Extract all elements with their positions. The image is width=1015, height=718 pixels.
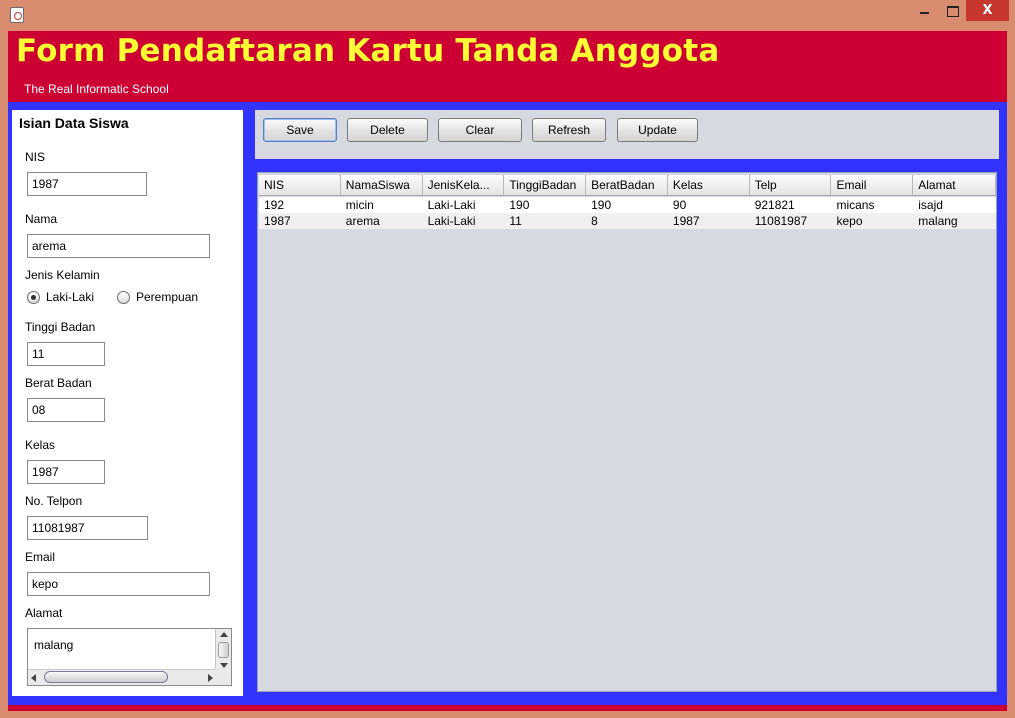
berat-badan-field[interactable]: 08 <box>27 398 105 422</box>
scroll-up-icon[interactable] <box>220 632 228 637</box>
jenis-kelamin-label: Jenis Kelamin <box>25 268 100 282</box>
radio-perempuan[interactable]: Perempuan <box>117 290 198 304</box>
table-row[interactable]: 192 micin Laki-Laki 190 190 90 921821 mi… <box>259 197 996 213</box>
table-cell: kepo <box>836 214 863 228</box>
page-title: Form Pendaftaran Kartu Tanda Anggota <box>16 33 720 69</box>
kelas-field[interactable]: 1987 <box>27 460 105 484</box>
table-cell: 11 <box>509 214 522 228</box>
column-header[interactable]: Kelas <box>668 175 750 195</box>
column-header[interactable]: TinggiBadan <box>504 175 587 195</box>
student-form-panel: Isian Data Siswa NIS 1987 Nama arema Jen… <box>12 110 243 696</box>
email-label: Email <box>25 550 56 564</box>
table-cell: 1987 <box>264 214 291 228</box>
nama-field[interactable]: arema <box>27 234 210 258</box>
minimize-button[interactable] <box>912 0 938 21</box>
table-cell: 192 <box>264 198 285 212</box>
scroll-down-icon[interactable] <box>220 663 228 668</box>
save-button[interactable]: Save <box>263 118 337 142</box>
scroll-left-icon[interactable] <box>31 674 36 682</box>
vertical-scrollbar[interactable] <box>215 629 231 671</box>
window-titlebar: X <box>0 0 1015 30</box>
email-field[interactable]: kepo <box>27 572 210 596</box>
table-cell: Laki-Laki <box>427 198 476 212</box>
scroll-corner <box>215 669 231 685</box>
alamat-textarea[interactable]: malang <box>27 628 232 686</box>
app-header: Form Pendaftaran Kartu Tanda Anggota The… <box>8 31 1007 102</box>
radio-laki-laki-label: Laki-Laki <box>46 290 95 304</box>
scroll-thumb-horizontal[interactable] <box>44 671 168 683</box>
table-cell: arema <box>345 214 380 228</box>
table-cell: 90 <box>672 198 687 212</box>
table-cell: 11081987 <box>754 214 808 228</box>
column-header[interactable]: Telp <box>750 175 832 195</box>
clear-button[interactable]: Clear <box>438 118 522 142</box>
table-cell: 1987 <box>672 214 700 228</box>
telpon-label: No. Telpon <box>25 494 83 508</box>
alamat-text: malang <box>34 638 74 652</box>
form-title: Isian Data Siswa <box>19 115 129 131</box>
radio-unselected-icon[interactable] <box>117 290 130 304</box>
table-cell: 190 <box>509 198 530 212</box>
column-header[interactable]: Email <box>831 175 914 195</box>
column-header[interactable]: Alamat <box>913 175 997 195</box>
table-cell: isajd <box>918 198 943 212</box>
table-cell: 190 <box>591 198 612 212</box>
java-app-icon <box>10 7 24 23</box>
tinggi-badan-label: Tinggi Badan <box>25 320 96 334</box>
kelas-label: Kelas <box>25 438 56 452</box>
radio-laki-laki[interactable]: Laki-Laki <box>27 290 94 304</box>
telpon-field[interactable]: 11081987 <box>27 516 148 540</box>
footer-strip <box>8 705 1007 711</box>
nis-field[interactable]: 1987 <box>27 172 147 196</box>
nis-label: NIS <box>25 150 46 164</box>
column-header[interactable]: JenisKela... <box>423 175 505 195</box>
table-cell: 921821 <box>754 198 795 212</box>
horizontal-scrollbar[interactable] <box>28 669 216 685</box>
table-row[interactable]: 1987 arema Laki-Laki 11 8 1987 11081987 … <box>259 213 996 229</box>
update-button[interactable]: Update <box>617 118 698 142</box>
radio-perempuan-label: Perempuan <box>136 290 199 304</box>
table-cell: malang <box>918 214 958 228</box>
table-body: 192 micin Laki-Laki 190 190 90 921821 mi… <box>259 197 996 229</box>
column-header[interactable]: NIS <box>259 175 341 195</box>
tinggi-badan-field[interactable]: 11 <box>27 342 105 366</box>
scroll-right-icon[interactable] <box>208 674 213 682</box>
delete-button[interactable]: Delete <box>347 118 428 142</box>
berat-badan-label: Berat Badan <box>25 376 92 390</box>
maximize-button[interactable] <box>939 0 965 21</box>
close-button[interactable]: X <box>966 0 1009 21</box>
nama-label: Nama <box>25 212 58 226</box>
refresh-button[interactable]: Refresh <box>532 118 606 142</box>
table-cell: micin <box>345 198 374 212</box>
scroll-thumb[interactable] <box>218 642 229 658</box>
button-panel: Save Delete Clear Refresh Update <box>255 110 999 159</box>
student-table: NIS NamaSiswa JenisKela... TinggiBadan B… <box>257 172 997 692</box>
table-cell: 8 <box>591 214 598 228</box>
alamat-label: Alamat <box>25 606 63 620</box>
table-header: NIS NamaSiswa JenisKela... TinggiBadan B… <box>259 175 997 196</box>
column-header[interactable]: NamaSiswa <box>341 175 423 195</box>
radio-selected-icon[interactable] <box>27 290 40 304</box>
page-subtitle: The Real Informatic School <box>24 82 169 96</box>
table-cell: Laki-Laki <box>427 214 476 228</box>
column-header[interactable]: BeratBadan <box>586 175 668 195</box>
table-cell: micans <box>836 198 875 212</box>
